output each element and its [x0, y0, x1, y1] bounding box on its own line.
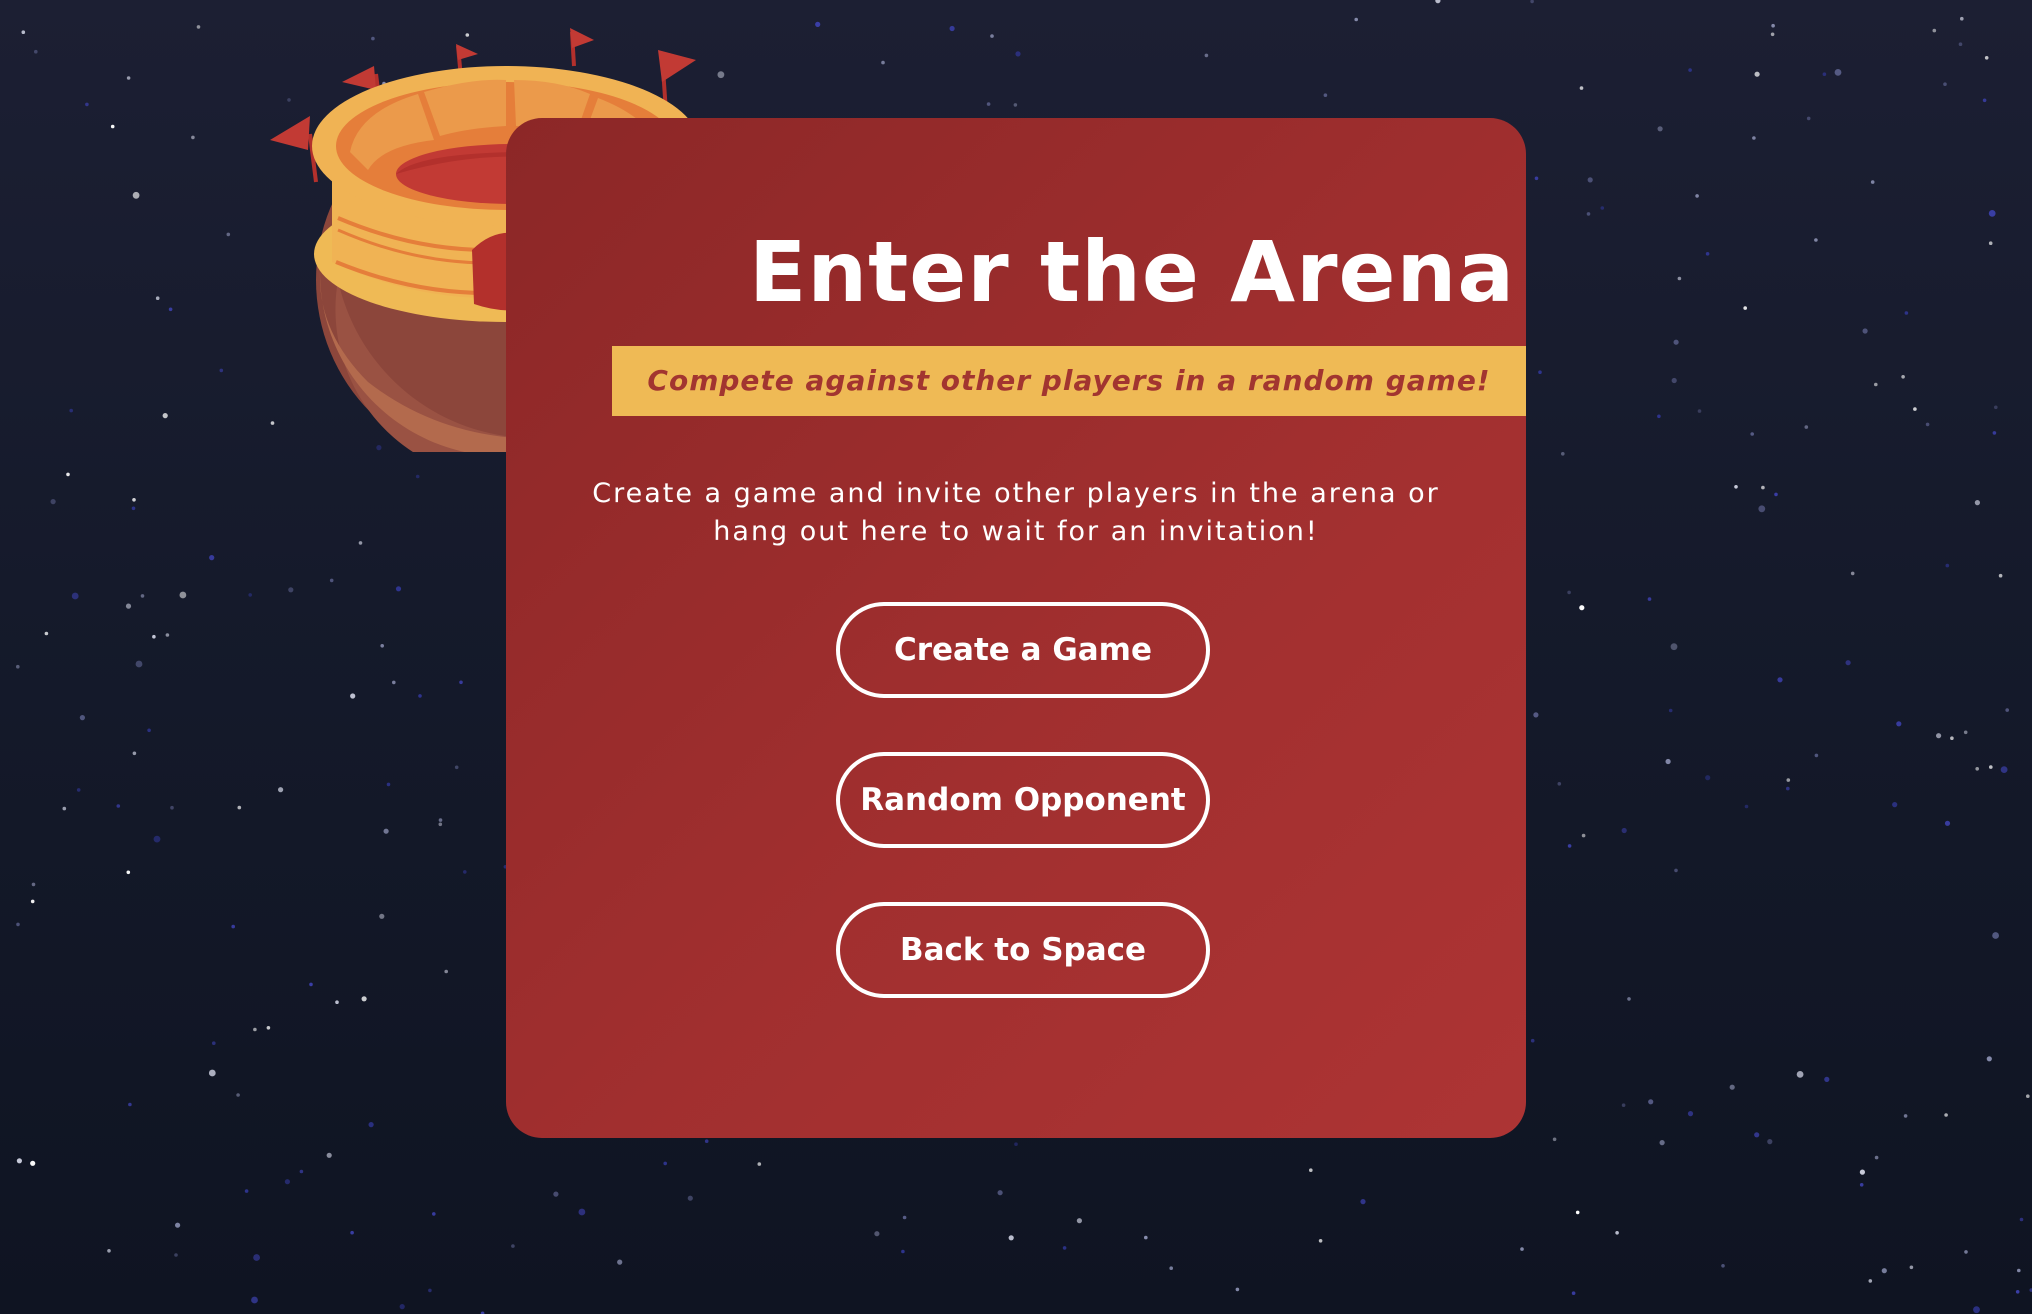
description-line-1: Create a game and invite other players i… — [592, 478, 1440, 509]
description-line-2: hang out here to wait for an invitation! — [713, 516, 1319, 547]
subtitle-banner: Compete against other players in a rando… — [612, 346, 1526, 416]
page-title: Enter the Arena — [748, 223, 1516, 321]
create-game-button[interactable]: Create a Game — [836, 602, 1210, 698]
subtitle-text: Compete against other players in a rando… — [647, 364, 1491, 397]
random-opponent-button[interactable]: Random Opponent — [836, 752, 1210, 848]
arena-card: Enter the Arena Compete against other pl… — [506, 118, 1526, 1138]
back-to-space-button[interactable]: Back to Space — [836, 902, 1210, 998]
